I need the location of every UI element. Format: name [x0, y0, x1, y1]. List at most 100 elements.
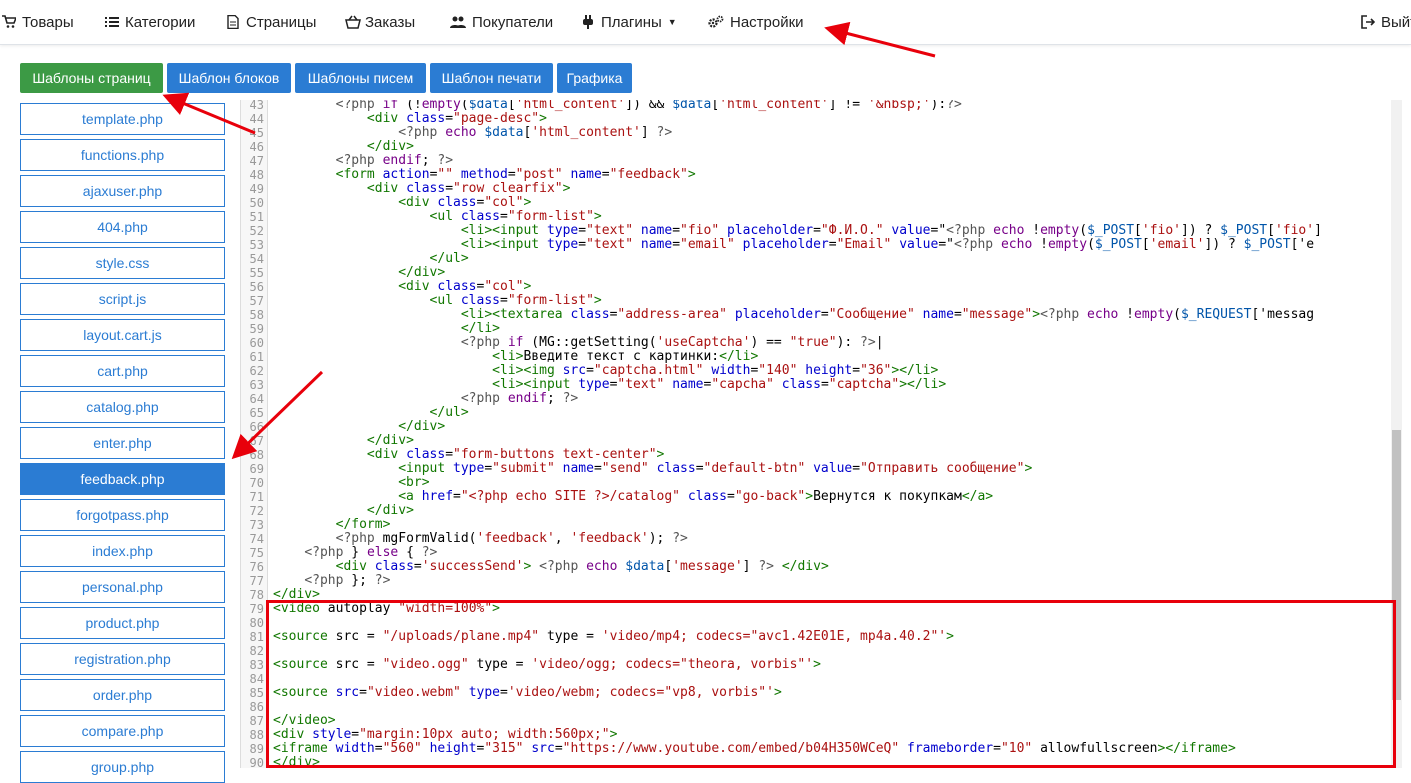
code-line[interactable]: 79 <video autoplay "width=100%">	[241, 602, 1391, 617]
code-line[interactable]: 57 <ul class="form-list">	[241, 294, 1391, 309]
file-order-php[interactable]: order.php	[20, 679, 225, 711]
code-line[interactable]: 81 <source src = "/uploads/plane.mp4" typ…	[241, 630, 1391, 645]
nav-pages[interactable]: Страницы	[226, 0, 316, 44]
code-line[interactable]: 45 <?php echo $data['html_content'] ?>	[241, 126, 1391, 141]
code-line[interactable]: 55 </div>	[241, 265, 1391, 281]
code-line[interactable]: 53 <li><input type="text" name="email" p…	[241, 238, 1391, 253]
code-line[interactable]: 87 </video>	[241, 714, 1391, 729]
file-product-php[interactable]: product.php	[20, 607, 225, 639]
code-text: <form action="" method="post" name="feed…	[335, 167, 696, 182]
code-line[interactable]: 54 </ul>	[241, 252, 1391, 267]
code-line[interactable]: 77 <?php }; ?>	[241, 574, 1391, 589]
code-line[interactable]: 83 <source src = "video.ogg" type = 'vide…	[241, 658, 1391, 673]
line-number: 44	[249, 112, 264, 126]
code-line[interactable]: 66 </div>	[241, 420, 1391, 435]
file-layout-cart-js[interactable]: layout.cart.js	[20, 319, 225, 351]
basket-icon	[345, 15, 361, 29]
code-line[interactable]: 75 <?php } else { ?>	[241, 545, 1391, 561]
code-text: <input type="submit" name="send" class="…	[398, 461, 1033, 476]
code-text: </div>	[366, 503, 414, 518]
file-script-js[interactable]: script.js	[20, 283, 225, 315]
line-number: 47	[249, 154, 264, 168]
code-line[interactable]: 73 </form>	[241, 518, 1391, 533]
file-catalog-php[interactable]: catalog.php	[20, 391, 225, 423]
code-line[interactable]: 49 <div class="row clearfix">	[241, 182, 1391, 197]
code-line[interactable]: 89 <iframe width="560" height="315" src="…	[241, 742, 1391, 757]
code-line[interactable]: 71 <a href="<?php echo SITE ?>/catalog" …	[241, 490, 1391, 505]
code-line[interactable]: 51 <ul class="form-list">	[241, 210, 1391, 225]
file-feedback-php[interactable]: feedback.php	[20, 463, 225, 495]
file-index-php[interactable]: index.php	[20, 535, 225, 567]
code-line[interactable]: 90 </div>	[241, 756, 1391, 769]
code-line[interactable]: 88 <div style="margin:10px auto; width:56…	[241, 727, 1391, 743]
code-line[interactable]: 48 <form action="" method="post" name="f…	[241, 167, 1391, 183]
tab-print-template[interactable]: Шаблон печати	[430, 63, 553, 93]
file-enter-php[interactable]: enter.php	[20, 427, 225, 459]
tab-email-templates[interactable]: Шаблоны писем	[295, 63, 426, 93]
code-text: </li>	[460, 321, 500, 336]
tab-graphics[interactable]: Графика	[557, 63, 632, 93]
code-line[interactable]: 67 </div>	[241, 433, 1391, 449]
code-line[interactable]: 74 <?php mgFormValid('feedback', 'feedba…	[241, 532, 1391, 547]
code-line[interactable]: 58 <li><textarea class="address-area" pl…	[241, 308, 1391, 323]
editor-scrollbar-thumb[interactable]	[1392, 430, 1401, 700]
file-compare-php[interactable]: compare.php	[20, 715, 225, 747]
file-404-php[interactable]: 404.php	[20, 211, 225, 243]
chevron-down-icon: ▼	[667, 17, 677, 27]
file-style-css[interactable]: style.css	[20, 247, 225, 279]
file-ajaxuser-php[interactable]: ajaxuser.php	[20, 175, 225, 207]
nav-customers[interactable]: Покупатели	[450, 0, 553, 44]
line-number: 79	[249, 602, 264, 616]
code-line[interactable]: 84	[241, 672, 1391, 686]
file-group-php[interactable]: group.php	[20, 751, 225, 783]
code-line[interactable]: 64 <?php endif; ?>	[241, 392, 1391, 407]
code-line[interactable]: 69 <input type="submit" name="send" clas…	[241, 461, 1391, 477]
line-number: 87	[249, 714, 264, 728]
code-line[interactable]: 78 </div>	[241, 588, 1391, 603]
code-line[interactable]: 85 <source src="video.webm" type='video/w…	[241, 686, 1391, 701]
file-registration-php[interactable]: registration.php	[20, 643, 225, 675]
file-personal-php[interactable]: personal.php	[20, 571, 225, 603]
code-editor[interactable]: 43 <?php if (!empty($data['html_content'…	[240, 100, 1411, 768]
code-text: </div>	[366, 433, 414, 448]
code-line[interactable]: 70 <br>	[241, 476, 1391, 491]
nav-settings[interactable]: Настройки	[708, 0, 804, 44]
code-line[interactable]: 72 </div>	[241, 503, 1391, 519]
code-line[interactable]: 76 <div class='successSend'> <?php echo …	[241, 560, 1391, 575]
file-cart-php[interactable]: cart.php	[20, 355, 225, 387]
code-line[interactable]: 60 <?php if (MG::getSetting('useCaptcha'…	[241, 336, 1391, 351]
code-text: <div style="margin:10px auto; width:560p…	[273, 727, 618, 742]
code-line[interactable]: 65 </ul>	[241, 406, 1391, 421]
code-text: </div>	[398, 265, 446, 280]
code-line[interactable]: 63 <li><input type="text" name="capcha" …	[241, 378, 1391, 393]
code-line[interactable]: 86	[241, 700, 1391, 714]
tab-page-templates[interactable]: Шаблоны страниц	[20, 63, 163, 93]
nav-categories-label: Категории	[125, 13, 196, 31]
code-line[interactable]: 44 <div class="page-desc">	[241, 112, 1391, 127]
tab-block-template[interactable]: Шаблон блоков	[167, 63, 291, 93]
code-line[interactable]: 80	[241, 616, 1391, 630]
code-line[interactable]: 52 <li><input type="text" name="fio" pla…	[241, 224, 1391, 239]
code-line[interactable]: 56 <div class="col">	[241, 280, 1391, 295]
file-forgotpass-php[interactable]: forgotpass.php	[20, 499, 225, 531]
file-template-php[interactable]: template.php	[20, 103, 225, 135]
code-line[interactable]: 46 </div>	[241, 140, 1391, 155]
code-line[interactable]: 59 </li>	[241, 321, 1391, 337]
nav-plugins[interactable]: Плагины ▼	[581, 0, 677, 44]
code-line[interactable]: 68 <div class="form-buttons text-center"…	[241, 448, 1391, 463]
code-line[interactable]: 62 <li><img src="captcha.html" width="14…	[241, 364, 1391, 379]
code-line[interactable]: 50 <div class="col">	[241, 196, 1391, 211]
nav-categories[interactable]: Категории	[105, 0, 195, 44]
line-number: 67	[249, 434, 264, 448]
editor-scrollbar[interactable]	[1391, 100, 1402, 768]
nav-products[interactable]: Товары	[2, 0, 74, 44]
line-number: 46	[249, 140, 264, 154]
code-line[interactable]: 61 <li>Введите текст с картинки:</li>	[241, 350, 1391, 365]
code-text: <?php } else { ?>	[304, 545, 438, 560]
nav-exit[interactable]: Выйт	[1361, 0, 1411, 44]
list-icon	[105, 15, 119, 29]
code-line[interactable]: 47 <?php endif; ?>	[241, 154, 1391, 169]
code-line[interactable]: 82	[241, 644, 1391, 658]
nav-orders[interactable]: Заказы	[345, 0, 415, 44]
file-functions-php[interactable]: functions.php	[20, 139, 225, 171]
